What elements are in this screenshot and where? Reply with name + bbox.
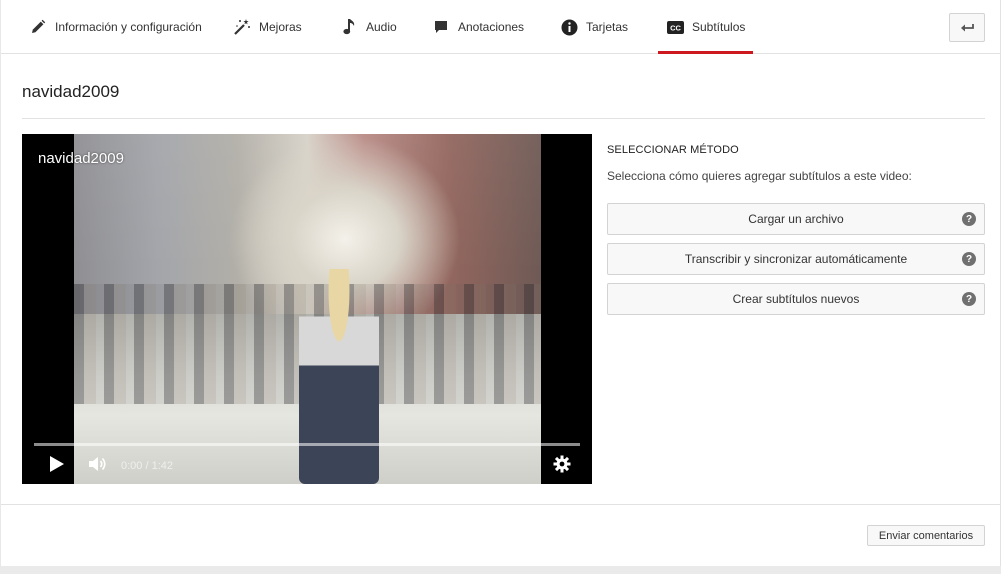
tab-enhancements[interactable]: Mejoras: [233, 0, 302, 54]
time-display: 0:00 / 1:42: [121, 460, 173, 472]
gear-icon: [553, 455, 571, 478]
send-feedback-button[interactable]: Enviar comentarios: [867, 525, 985, 546]
settings-button[interactable]: [551, 455, 573, 478]
tab-bar: Información y configuración Mejoras Audi…: [1, 0, 1001, 54]
method-description: Selecciona cómo quieres agregar subtítul…: [607, 169, 912, 183]
volume-button[interactable]: [86, 456, 110, 476]
tab-subtitles[interactable]: CC Subtítulos: [657, 0, 754, 54]
help-icon[interactable]: ?: [962, 292, 976, 306]
music-note-icon: [340, 18, 358, 36]
help-icon[interactable]: ?: [962, 252, 976, 266]
footer-divider: [1, 504, 1001, 505]
tab-info-settings[interactable]: Información y configuración: [29, 0, 202, 54]
info-icon: [560, 18, 578, 36]
upload-file-button[interactable]: Cargar un archivo ?: [607, 203, 985, 235]
video-overlay-title[interactable]: navidad2009: [38, 150, 124, 167]
option-label: Transcribir y sincronizar automáticament…: [684, 252, 908, 266]
back-button[interactable]: [949, 13, 985, 42]
volume-icon: [88, 455, 108, 478]
tab-annotations[interactable]: Anotaciones: [432, 0, 524, 54]
tab-audio[interactable]: Audio: [340, 0, 397, 54]
play-icon: [49, 455, 65, 478]
transcribe-sync-button[interactable]: Transcribir y sincronizar automáticament…: [607, 243, 985, 275]
speech-bubble-icon: [432, 18, 450, 36]
option-label: Cargar un archivo: [748, 212, 844, 226]
tab-label: Anotaciones: [458, 20, 525, 34]
magic-wand-icon: [233, 18, 251, 36]
cc-icon: CC: [666, 18, 684, 36]
progress-bar[interactable]: [34, 443, 580, 446]
tab-label: Mejoras: [259, 20, 302, 34]
tab-cards[interactable]: Tarjetas: [560, 0, 628, 54]
pencil-icon: [29, 18, 47, 36]
method-heading: SELECCIONAR MÉTODO: [607, 144, 739, 156]
tab-label: Audio: [366, 20, 397, 34]
tab-label: Información y configuración: [55, 20, 202, 34]
page-title: navidad2009: [22, 82, 120, 101]
help-icon[interactable]: ?: [962, 212, 976, 226]
svg-text:CC: CC: [670, 23, 681, 32]
video-frame: [74, 134, 541, 484]
tab-label: Subtítulos: [692, 20, 746, 34]
video-player[interactable]: navidad2009 0:00 / 1:42: [22, 134, 592, 484]
tab-label: Tarjetas: [586, 20, 629, 34]
create-new-subtitles-button[interactable]: Crear subtítulos nuevos ?: [607, 283, 985, 315]
page: Información y configuración Mejoras Audi…: [0, 0, 1001, 566]
play-button[interactable]: [46, 455, 68, 478]
method-panel: SELECCIONAR MÉTODO Selecciona cómo quier…: [607, 144, 985, 183]
divider: [22, 118, 985, 119]
option-label: Crear subtítulos nuevos: [732, 292, 860, 306]
return-arrow-icon: [960, 19, 974, 37]
